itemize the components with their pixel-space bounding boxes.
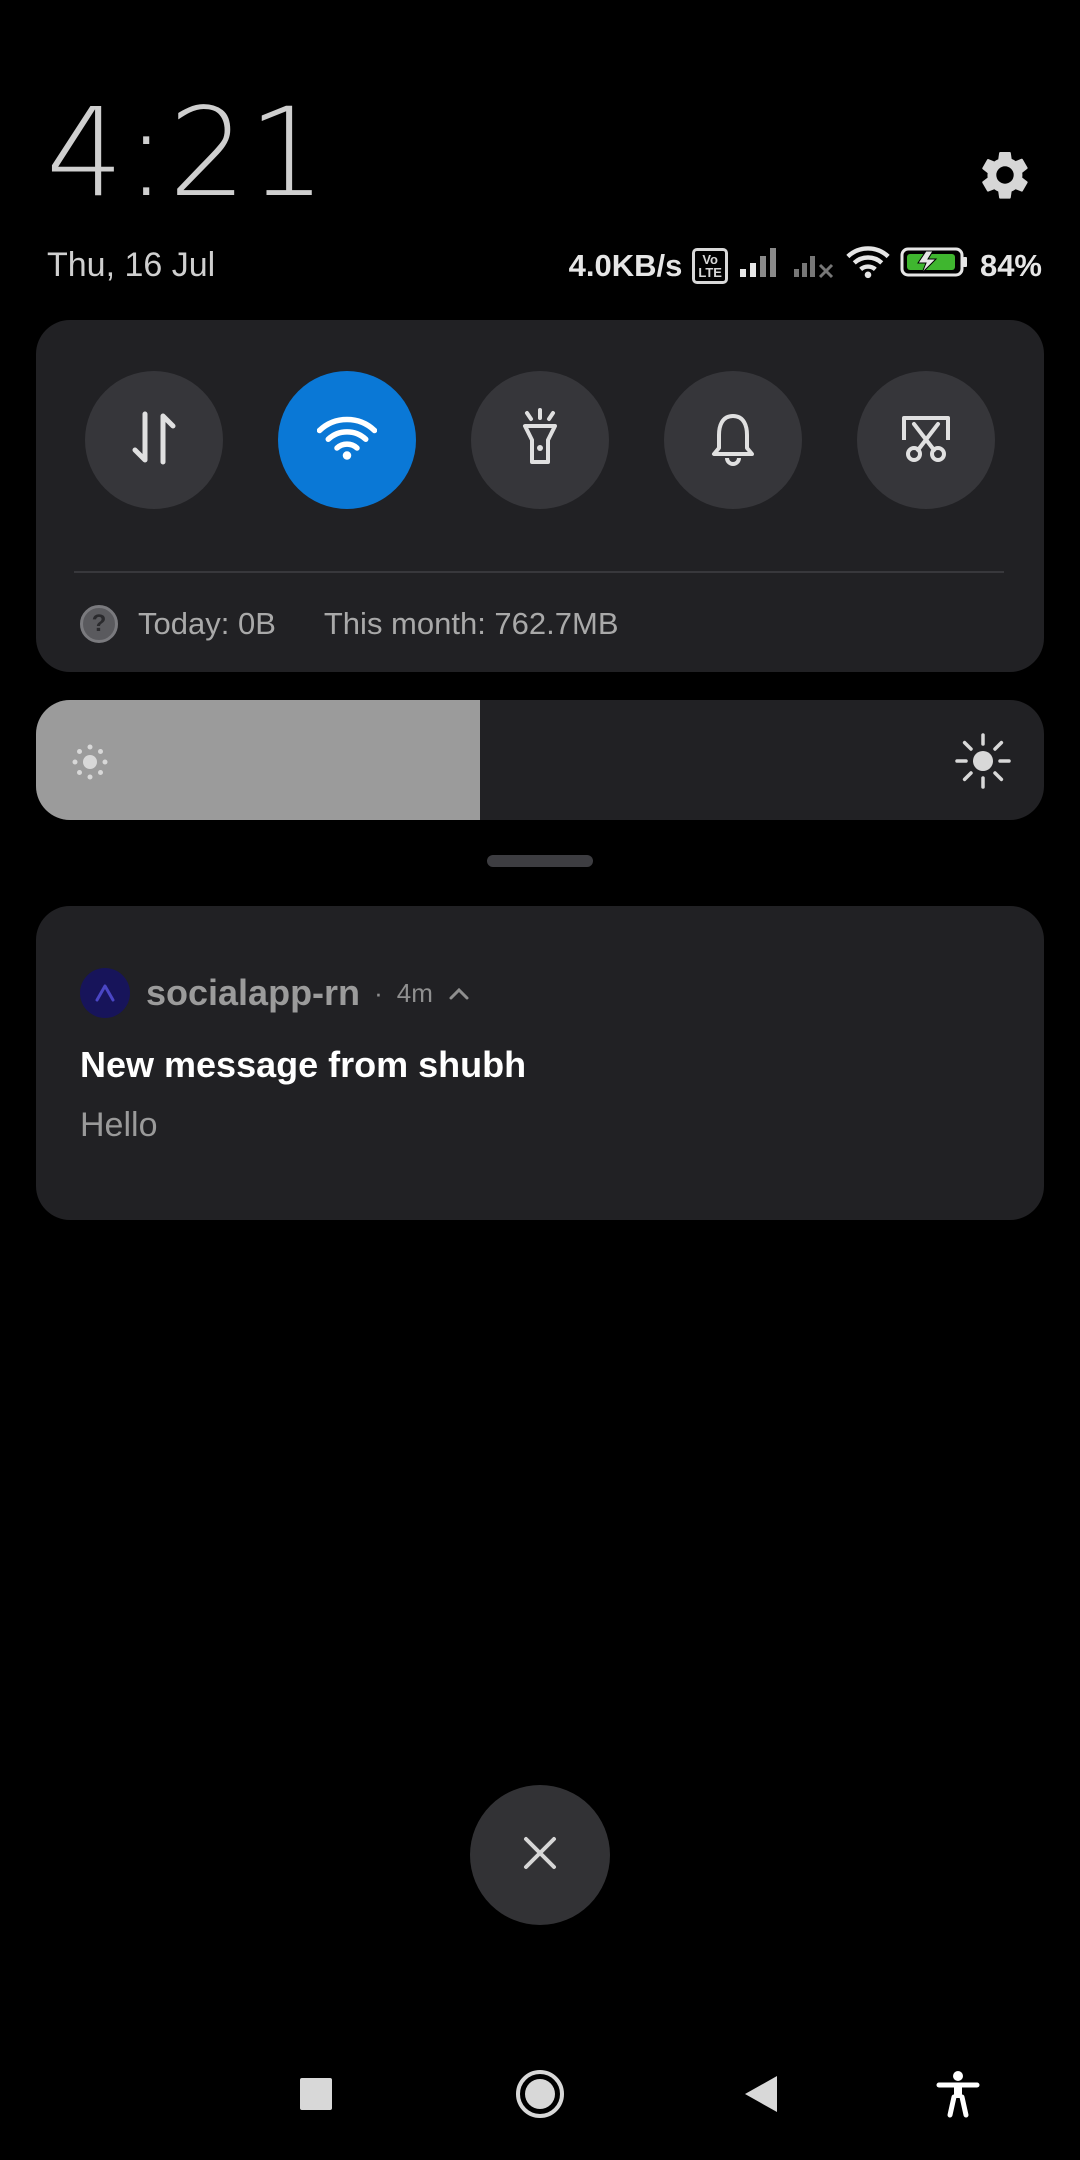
chevron-up-icon[interactable] [447,978,471,1009]
brightness-low-icon [70,742,110,787]
divider [74,571,1004,573]
wifi-icon [316,415,378,466]
brightness-high-icon [954,732,1012,795]
signal-no-service-icon [792,245,836,287]
back-triangle-icon [743,2074,779,2119]
screenshot-icon [898,410,954,471]
data-usage-row[interactable]: ? Today: 0B This month: 762.7MB [80,599,619,649]
data-usage-today: Today: 0B [138,606,276,641]
help-icon: ? [80,605,118,643]
battery-percent: 84% [979,248,1042,283]
volte-icon: Vo LTE [692,248,728,284]
wifi-status-icon [846,245,890,287]
mobile-data-icon [129,408,179,473]
status-bar: 4.0KB/s Vo LTE 84% [569,244,1042,288]
notification-header: socialapp-rn · 4m [80,968,471,1018]
wifi-tile[interactable] [278,371,416,509]
signal-icon [738,245,782,287]
square-icon [299,2077,333,2116]
notification-body: Hello [80,1106,158,1144]
clock[interactable]: 4:21 [46,92,328,214]
flashlight-tile[interactable] [471,371,609,509]
notification-card[interactable]: socialapp-rn · 4m New message from shubh… [36,906,1044,1220]
notification-age: 4m [396,977,433,1008]
date[interactable]: Thu, 16 Jul [47,246,215,285]
notification-title: New message from shubh [80,1044,527,1085]
accessibility-button[interactable] [930,2068,986,2124]
back-button[interactable] [733,2068,789,2124]
close-icon [520,1833,560,1878]
silent-tile[interactable] [664,371,802,509]
network-speed: 4.0KB/s [568,248,683,283]
data-usage-month: This month: 762.7MB [323,606,619,641]
separator-dot: · [374,977,383,1008]
drag-handle[interactable] [487,855,593,867]
screenshot-tile[interactable] [857,371,995,509]
app-icon [80,968,130,1018]
accessibility-icon [936,2070,980,2123]
bell-icon [708,408,758,473]
home-button[interactable] [512,2068,568,2124]
flashlight-icon [515,407,565,473]
quick-settings-panel: ? Today: 0B This month: 762.7MB [36,320,1044,672]
gear-icon[interactable] [976,146,1034,204]
recents-button[interactable] [288,2068,344,2124]
clear-all-button[interactable] [470,1785,610,1925]
brightness-slider[interactable] [36,700,1044,820]
battery-charging-icon [900,245,970,287]
app-name: socialapp-rn [146,972,361,1013]
mobile-data-tile[interactable] [85,371,223,509]
home-circle-icon [514,2068,566,2125]
